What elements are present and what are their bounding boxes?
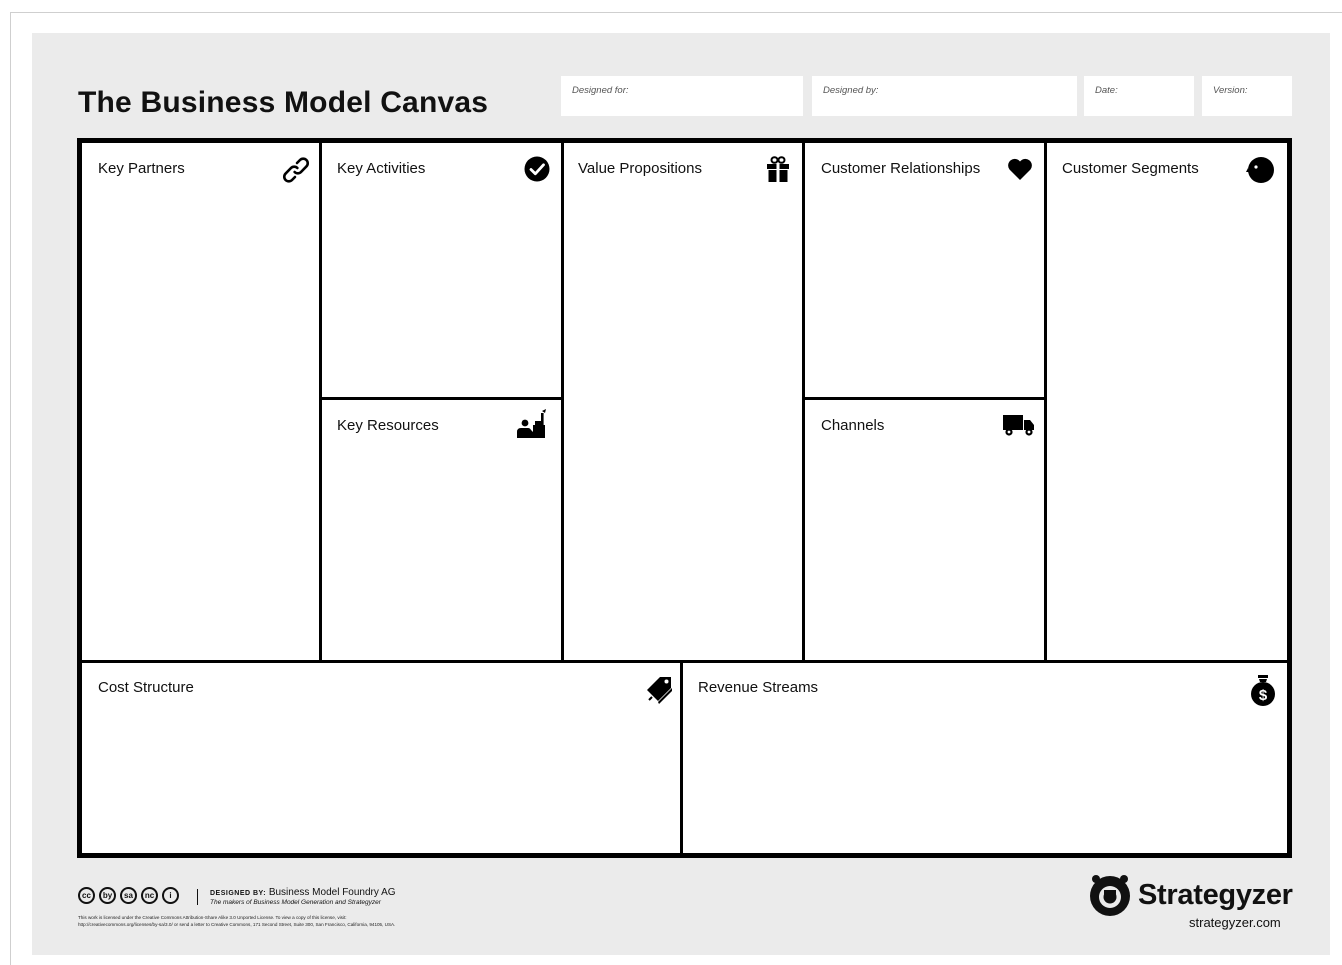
- head-icon: [1243, 154, 1275, 186]
- price-tag-icon: [646, 675, 674, 705]
- cc-info-icon: i: [162, 887, 179, 904]
- brand-url[interactable]: strategyzer.com: [1189, 915, 1281, 930]
- worker-icon: [515, 408, 549, 440]
- strategyzer-logo-icon: [1086, 873, 1134, 917]
- page-title: The Business Model Canvas: [78, 86, 489, 119]
- svg-text:$: $: [1259, 687, 1268, 704]
- block-cost-structure[interactable]: Cost Structure: [82, 663, 680, 853]
- divider: [197, 889, 198, 905]
- block-value-propositions[interactable]: Value Propositions: [564, 143, 802, 660]
- block-key-resources[interactable]: Key Resources: [322, 400, 561, 660]
- designed-by-credit: DESIGNED BY: Business Model Foundry AG: [210, 887, 396, 898]
- makers-tagline: The makers of Business Model Generation …: [210, 899, 381, 906]
- designed-for-label: Designed for:: [572, 85, 629, 96]
- strategyzer-logo[interactable]: Strategyzer: [1086, 873, 1293, 917]
- block-title: Revenue Streams: [698, 679, 819, 696]
- license-line: http://creativecommons.org/licenses/by-s…: [78, 922, 396, 927]
- license-line: This work is licensed under the Creative…: [78, 915, 347, 920]
- designed-for-field[interactable]: Designed for:: [561, 76, 803, 116]
- date-label: Date:: [1095, 85, 1118, 96]
- block-key-activities[interactable]: Key Activities: [322, 143, 561, 397]
- block-title: Key Partners: [98, 160, 185, 177]
- heart-icon: [1006, 155, 1034, 183]
- brand-name: Strategyzer: [1138, 878, 1293, 911]
- block-channels[interactable]: Channels: [805, 400, 1044, 660]
- block-title: Key Activities: [337, 160, 426, 177]
- creative-commons-icons: cc by sa nc i: [78, 887, 179, 904]
- designed-by-key: DESIGNED BY:: [210, 890, 267, 897]
- block-title: Customer Relationships: [821, 160, 981, 177]
- block-revenue-streams[interactable]: Revenue Streams $: [683, 663, 1287, 853]
- version-label: Version:: [1213, 85, 1248, 96]
- block-title: Key Resources: [337, 417, 439, 434]
- business-model-canvas: Key Partners Key Activities Key Resource…: [77, 138, 1292, 858]
- cc-sa-icon: sa: [120, 887, 137, 904]
- cc-icon: cc: [78, 887, 95, 904]
- date-field[interactable]: Date:: [1084, 76, 1194, 116]
- block-title: Channels: [821, 417, 885, 434]
- cc-nc-icon: nc: [141, 887, 158, 904]
- designed-by-label: Designed by:: [823, 85, 879, 96]
- block-title: Cost Structure: [98, 679, 194, 696]
- designed-by-value: Business Model Foundry AG: [268, 887, 396, 898]
- block-title: Customer Segments: [1062, 160, 1199, 177]
- link-icon: [282, 156, 310, 184]
- money-bag-icon: $: [1249, 673, 1277, 707]
- block-customer-segments[interactable]: Customer Segments: [1047, 143, 1287, 660]
- version-field[interactable]: Version:: [1202, 76, 1292, 116]
- cc-by-icon: by: [99, 887, 116, 904]
- block-key-partners[interactable]: Key Partners: [82, 143, 319, 660]
- block-customer-relationships[interactable]: Customer Relationships: [805, 143, 1044, 397]
- truck-icon: [1002, 412, 1036, 438]
- gift-icon: [764, 155, 792, 183]
- checkmark-icon: [523, 155, 551, 183]
- license-text: This work is licensed under the Creative…: [78, 914, 395, 928]
- block-title: Value Propositions: [578, 160, 702, 177]
- designed-by-field[interactable]: Designed by:: [812, 76, 1077, 116]
